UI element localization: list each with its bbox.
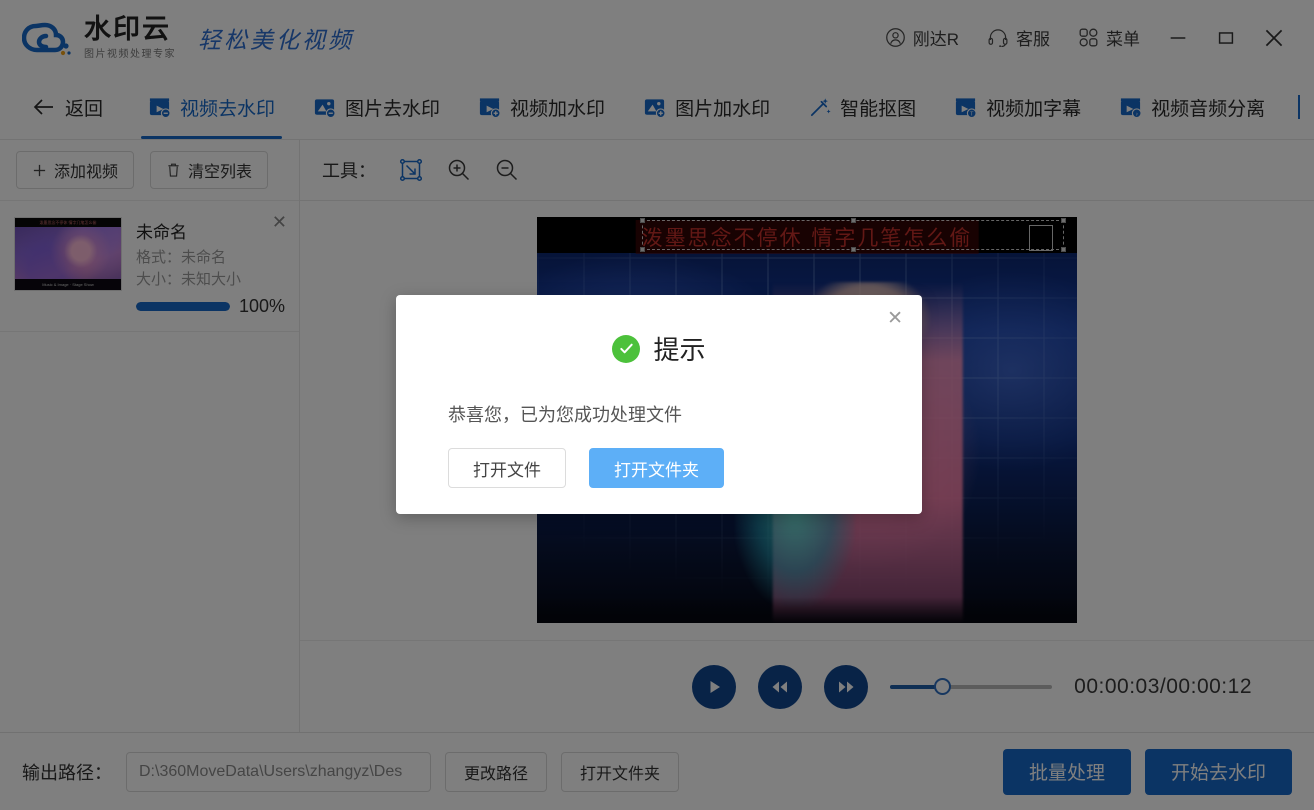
dialog-message: 恭喜您，已为您成功处理文件 bbox=[448, 405, 682, 425]
success-check-icon bbox=[612, 334, 641, 363]
dialog-close-icon[interactable]: ✕ bbox=[887, 309, 903, 328]
dialog-open-folder-button[interactable]: 打开文件夹 bbox=[589, 448, 724, 488]
dialog-actions: 打开文件 打开文件夹 bbox=[448, 448, 922, 488]
dialog-header: 提示 bbox=[396, 295, 922, 367]
dialog-title: 提示 bbox=[653, 335, 706, 365]
dialog-open-file-button[interactable]: 打开文件 bbox=[448, 448, 566, 488]
success-dialog: ✕ 提示 恭喜您，已为您成功处理文件 打开文件 打开文件夹 bbox=[396, 295, 922, 514]
